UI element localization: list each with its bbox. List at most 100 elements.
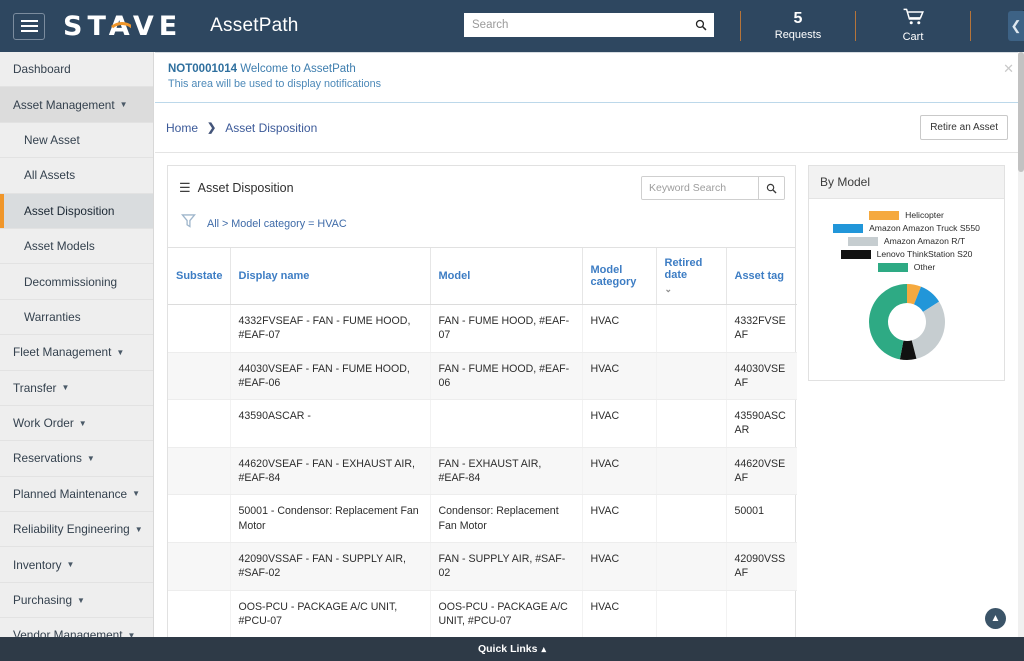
cell-display-name: 42090VSSAF - FAN - SUPPLY AIR, #SAF-02 <box>230 542 431 591</box>
table-header-row: Substate Display name Model Model category R… <box>168 248 797 305</box>
column-header-label: Model category <box>590 264 637 288</box>
legend-swatch <box>877 262 908 272</box>
caret-down-icon: ▼ <box>86 453 95 463</box>
column-header-retired-date[interactable]: Retired date ⌄ <box>656 248 727 305</box>
list-title: Asset Disposition <box>197 181 294 195</box>
column-header-label: Retired date <box>664 257 703 281</box>
breadcrumb-current[interactable]: Asset Disposition <box>225 121 317 135</box>
keyword-search[interactable] <box>641 176 785 200</box>
sidebar-item-label: New Asset <box>24 132 80 147</box>
sidebar-item-label: Reliability Engineering <box>13 522 130 537</box>
search-icon[interactable] <box>758 177 784 199</box>
search-icon[interactable] <box>688 19 714 31</box>
cell-asset-tag: 50001 <box>726 494 797 543</box>
sidebar-item-label: Warranties <box>24 309 81 324</box>
column-header-asset-tag[interactable]: Asset tag <box>726 248 797 305</box>
caret-down-icon: ▼ <box>78 418 87 428</box>
cell-display-name: OOS-PCU - PACKAGE A/C UNIT, #PCU-07 <box>230 590 431 637</box>
cell-model <box>430 399 583 448</box>
table-body: 4332FVSEAF - FAN - FUME HOOD, #EAF-07 FAN… <box>168 304 797 637</box>
legend-item[interactable]: Lenovo ThinkStation S20 <box>840 249 972 259</box>
chevron-down-icon[interactable]: ⌄ <box>665 284 718 295</box>
collapse-panel-icon[interactable]: ❮ <box>1008 11 1024 41</box>
sidebar-item-decommissioning[interactable]: Decommissioning <box>0 264 153 300</box>
notification-subtitle: This area will be used to display notifi… <box>168 78 382 90</box>
table-row[interactable]: 50001 - Condensor: Replacement Fan Motor… <box>168 494 797 543</box>
search-input[interactable] <box>464 13 688 37</box>
notification-banner: NOT0001014 Welcome to AssetPath This are… <box>155 52 1024 103</box>
donut-chart[interactable] <box>809 278 1004 366</box>
breadcrumb-home[interactable]: Home <box>166 121 198 135</box>
retire-an-asset-button[interactable]: Retire an Asset <box>920 115 1008 140</box>
close-icon[interactable]: ✕ <box>1003 62 1014 75</box>
sidebar-item-work-order[interactable]: Work Order ▼ <box>0 406 153 442</box>
caret-down-icon: ▼ <box>61 383 70 393</box>
column-header-model[interactable]: Model <box>430 248 583 305</box>
donut-slice[interactable] <box>868 284 907 360</box>
sidebar-item-asset-models[interactable]: Asset Models <box>0 229 153 265</box>
legend-item[interactable]: Other <box>877 262 935 272</box>
nav-divider <box>970 11 971 41</box>
top-navigation-bar: STAVE AssetPath 5 Requests <box>0 0 1024 52</box>
filter-breadcrumb-text[interactable]: All > Model category = HVAC <box>207 218 347 230</box>
cell-model: OOS-PCU - PACKAGE A/C UNIT, #PCU-07 <box>430 590 583 637</box>
donut-slice[interactable] <box>911 301 945 359</box>
sidebar-item-inventory[interactable]: Inventory ▼ <box>0 547 153 583</box>
sidebar-item-warranties[interactable]: Warranties <box>0 300 153 336</box>
cell-substate <box>168 494 231 543</box>
cell-asset-tag: 44030VSEAF <box>726 352 797 401</box>
table-row[interactable]: 4332FVSEAF - FAN - FUME HOOD, #EAF-07 FAN… <box>168 304 797 353</box>
page-scrollbar[interactable] <box>1018 52 1024 637</box>
global-search[interactable] <box>464 13 714 37</box>
asset-disposition-list-card: ☰ Asset Disposition Keyword Search All >… <box>167 165 797 637</box>
table-row[interactable]: OOS-PCU - PACKAGE A/C UNIT, #PCU-07 OOS-P… <box>168 590 797 637</box>
stave-logo[interactable]: STAVE <box>63 13 182 40</box>
legend-label: Amazon Amazon Truck S550 <box>869 223 980 233</box>
table-row[interactable]: 43590ASCAR - HVAC 43590ASCAR <box>168 399 797 448</box>
table-row[interactable]: 42090VSSAF - FAN - SUPPLY AIR, #SAF-02 FA… <box>168 542 797 591</box>
notification-title: Welcome to AssetPath <box>240 63 356 75</box>
sidebar-item-transfer[interactable]: Transfer ▼ <box>0 371 153 406</box>
sidebar-item-dashboard[interactable]: Dashboard <box>0 52 153 88</box>
keyword-search-input[interactable] <box>642 177 758 199</box>
footer-quick-links[interactable]: Quick Links ▴ <box>0 637 1024 661</box>
table-row[interactable]: 44620VSEAF - FAN - EXHAUST AIR, #EAF-84 F… <box>168 447 797 496</box>
table-row[interactable]: 44030VSEAF - FAN - FUME HOOD, #EAF-06 FAN… <box>168 352 797 401</box>
cart-button[interactable]: Cart <box>882 8 944 43</box>
cell-model: FAN - SUPPLY AIR, #SAF-02 <box>430 542 583 591</box>
legend-item[interactable]: Amazon Amazon R/T <box>847 236 965 246</box>
column-header-substate[interactable]: Substate <box>168 248 231 305</box>
requests-button[interactable]: 5 Requests <box>767 10 829 42</box>
by-model-chart-card: By Model Helicopter Amazon Amazon Truck S… <box>808 165 1005 381</box>
logo-text: STAVE <box>63 10 183 42</box>
sidebar-item-new-asset[interactable]: New Asset <box>0 123 153 159</box>
cell-substate <box>168 352 231 401</box>
sidebar-item-purchasing[interactable]: Purchasing ▼ <box>0 583 153 619</box>
sidebar-item-planned-maintenance[interactable]: Planned Maintenance ▼ <box>0 477 153 513</box>
sidebar-item-asset-management[interactable]: Asset Management ▼ <box>0 87 153 123</box>
list-menu-icon[interactable]: ☰ <box>179 180 191 196</box>
sidebar-item-reliability-engineering[interactable]: Reliability Engineering ▼ <box>0 512 153 548</box>
scrollbar-thumb[interactable] <box>1018 52 1024 172</box>
chart-legend: Helicopter Amazon Amazon Truck S550 Amazon… <box>809 199 1004 272</box>
sidebar-item-vendor-management[interactable]: Vendor Management ▼ <box>0 618 153 637</box>
funnel-icon[interactable] <box>181 213 196 234</box>
column-header-display-name[interactable]: Display name <box>230 248 431 305</box>
column-header-model-category[interactable]: Model category <box>582 248 657 305</box>
chevron-up-icon: ▴ <box>541 643 547 654</box>
sidebar-item-asset-disposition[interactable]: Asset Disposition <box>0 193 153 229</box>
cell-retired-date <box>656 304 727 353</box>
sidebar-item-label: Planned Maintenance <box>13 486 128 501</box>
hamburger-icon[interactable] <box>13 12 45 40</box>
sidebar-item-fleet-management[interactable]: Fleet Management ▼ <box>0 335 153 371</box>
sidebar-item-all-assets[interactable]: All Assets <box>0 158 153 194</box>
cell-retired-date <box>656 590 727 637</box>
nav-right-group: 5 Requests Cart EL Enrique <box>740 0 1024 52</box>
legend-item[interactable]: Helicopter <box>869 210 944 220</box>
requests-label: Requests <box>774 29 822 42</box>
legend-item[interactable]: Amazon Amazon Truck S550 <box>833 223 980 233</box>
scroll-to-top-button[interactable]: ▲ <box>985 608 1006 629</box>
legend-swatch <box>840 249 871 259</box>
sidebar-item-reservations[interactable]: Reservations ▼ <box>0 441 153 477</box>
cell-display-name: 43590ASCAR - <box>230 399 431 448</box>
